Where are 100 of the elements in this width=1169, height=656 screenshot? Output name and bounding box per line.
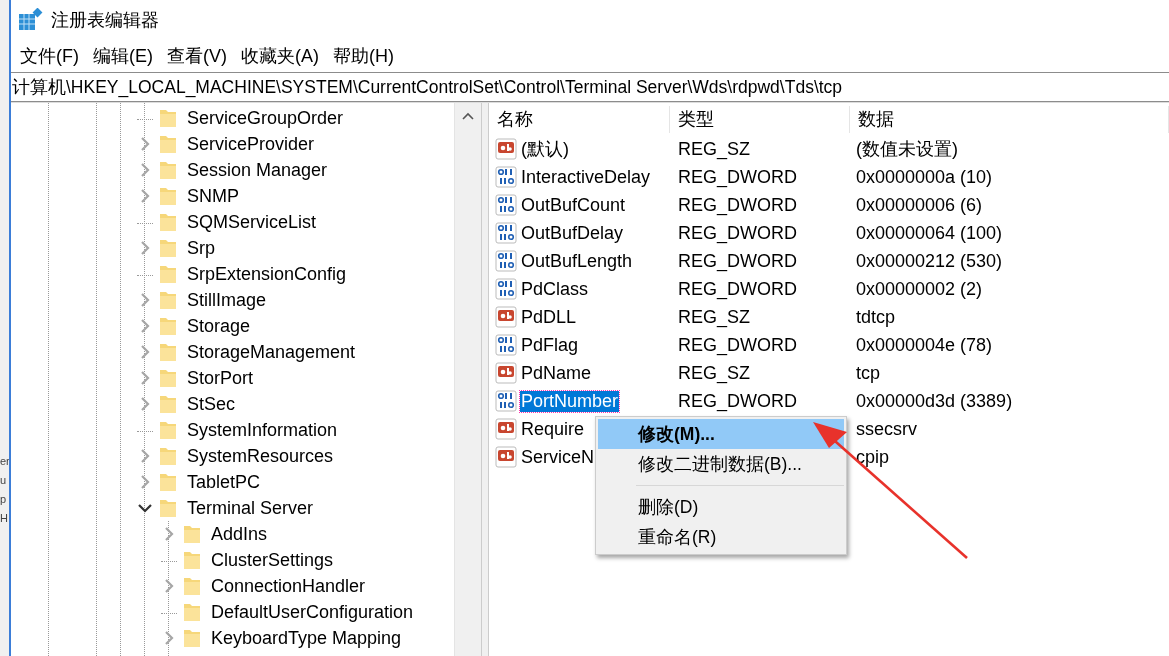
value-name[interactable]: PortNumber [520,390,620,412]
value-type: REG_DWORD [677,390,798,412]
tree-item[interactable]: SystemResources [187,445,334,467]
tree-item[interactable]: SystemInformation [187,419,338,441]
tree-item[interactable]: Storage [187,315,251,337]
folder-icon [159,498,177,518]
value-name[interactable]: OutBufLength [520,250,634,272]
address-field[interactable]: 计算机\HKEY_LOCAL_MACHINE\SYSTEM\CurrentControlSet\Control\Terminal Server\Wds\rdpwd\Tds\tcp [11,72,1169,102]
tree-item[interactable]: Srp [187,237,215,259]
tree-item[interactable]: StorPort [187,367,254,389]
tree-item[interactable]: SrpExtensionConfig [187,263,347,285]
value-type: REG_DWORD [677,334,798,356]
folder-icon [159,160,177,180]
tree-item[interactable]: DefaultUserConfiguration [211,601,414,623]
value-data: 0x0000004e (78) [855,334,994,356]
value-type: REG_DWORD [677,222,798,244]
tree-item[interactable]: SNMP [187,185,239,207]
column-header[interactable]: 名称 [489,106,670,133]
folder-icon [159,238,177,258]
binary-value-icon [495,334,517,356]
pane-splitter[interactable] [481,103,489,656]
context-menu-item[interactable]: 修改(M)... [598,419,844,449]
value-type: REG_SZ [677,362,752,384]
tree-item[interactable]: ServiceProvider [187,133,315,155]
tree-item[interactable]: SQMServiceList [187,211,317,233]
window-title: 注册表编辑器 [51,9,159,32]
folder-icon [159,212,177,232]
tree-item[interactable]: StorageManagement [187,341,356,363]
value-name[interactable]: PdFlag [520,334,580,356]
value-name[interactable]: ServiceN [520,446,596,468]
context-menu-item[interactable]: 删除(D) [598,492,844,522]
tree-item[interactable]: Terminal Server [187,497,314,519]
value-type: REG_DWORD [677,278,798,300]
binary-value-icon [495,250,517,272]
binary-value-icon [495,278,517,300]
value-type: REG_SZ [677,306,752,328]
folder-icon [159,264,177,284]
string-value-icon [495,362,517,384]
folder-icon [159,368,177,388]
value-name[interactable]: PdClass [520,278,590,300]
value-name[interactable]: InteractiveDelay [520,166,652,188]
tree-item[interactable]: TabletPC [187,471,261,493]
folder-icon [159,108,177,128]
menu-item[interactable]: 帮助(H) [326,44,401,68]
value-name[interactable]: Require [520,418,586,440]
column-header[interactable]: 类型 [670,106,850,133]
string-value-icon [495,446,517,468]
folder-icon [159,342,177,362]
value-data: 0x00000d3d (3389) [855,390,1014,412]
folder-icon [159,446,177,466]
value-data: 0x00000212 (530) [855,250,1004,272]
background-window-text: p [0,492,8,507]
value-data: ssecsrv [855,418,918,440]
value-data: tdtcp [855,306,897,328]
value-name[interactable]: (默认) [520,137,570,161]
value-data: 0x00000064 (100) [855,222,1004,244]
folder-icon [183,524,201,544]
folder-icon [159,134,177,154]
context-menu-item[interactable]: 重命名(R) [598,522,844,552]
string-value-icon [495,306,517,328]
value-name[interactable]: OutBufCount [520,194,627,216]
scrollbar[interactable] [454,103,481,656]
folder-icon [183,602,201,622]
binary-value-icon [495,194,517,216]
folder-icon [183,576,201,596]
tree-item[interactable]: ServiceGroupOrder [187,107,344,129]
menu-item[interactable]: 编辑(E) [86,44,160,68]
value-name[interactable]: OutBufDelay [520,222,625,244]
tree-item[interactable]: KeyboardType Mapping [211,627,402,649]
value-data: 0x00000006 (6) [855,194,984,216]
value-type: REG_DWORD [677,166,798,188]
tree-item[interactable]: ConnectionHandler [211,575,366,597]
folder-icon [159,472,177,492]
value-data: 0x0000000a (10) [855,166,994,188]
binary-value-icon [495,166,517,188]
menu-item[interactable]: 文件(F) [13,44,86,68]
background-window-text: H [0,511,9,526]
menu-item[interactable]: 查看(V) [160,44,234,68]
value-name[interactable]: PdName [520,362,593,384]
value-data: tcp [855,362,881,384]
registry-app-icon [19,8,43,32]
background-window-text: er [0,454,9,469]
tree-item[interactable]: StillImage [187,289,267,311]
tree-item[interactable]: Session Manager [187,159,328,181]
tree-item[interactable]: StSec [187,393,236,415]
value-data: (数值未设置) [855,138,959,161]
value-data: 0x00000002 (2) [855,278,984,300]
folder-icon [159,420,177,440]
tree-item[interactable]: ClusterSettings [211,549,334,571]
string-value-icon [495,418,517,440]
folder-icon [183,550,201,570]
folder-icon [159,394,177,414]
folder-icon [159,186,177,206]
column-header[interactable]: 数据 [850,106,1169,133]
background-window-text: u [0,473,8,488]
context-menu-item[interactable]: 修改二进制数据(B)... [598,449,844,479]
tree-item[interactable]: AddIns [211,523,268,545]
binary-value-icon [495,390,517,412]
menu-item[interactable]: 收藏夹(A) [234,44,326,68]
value-name[interactable]: PdDLL [520,306,578,328]
